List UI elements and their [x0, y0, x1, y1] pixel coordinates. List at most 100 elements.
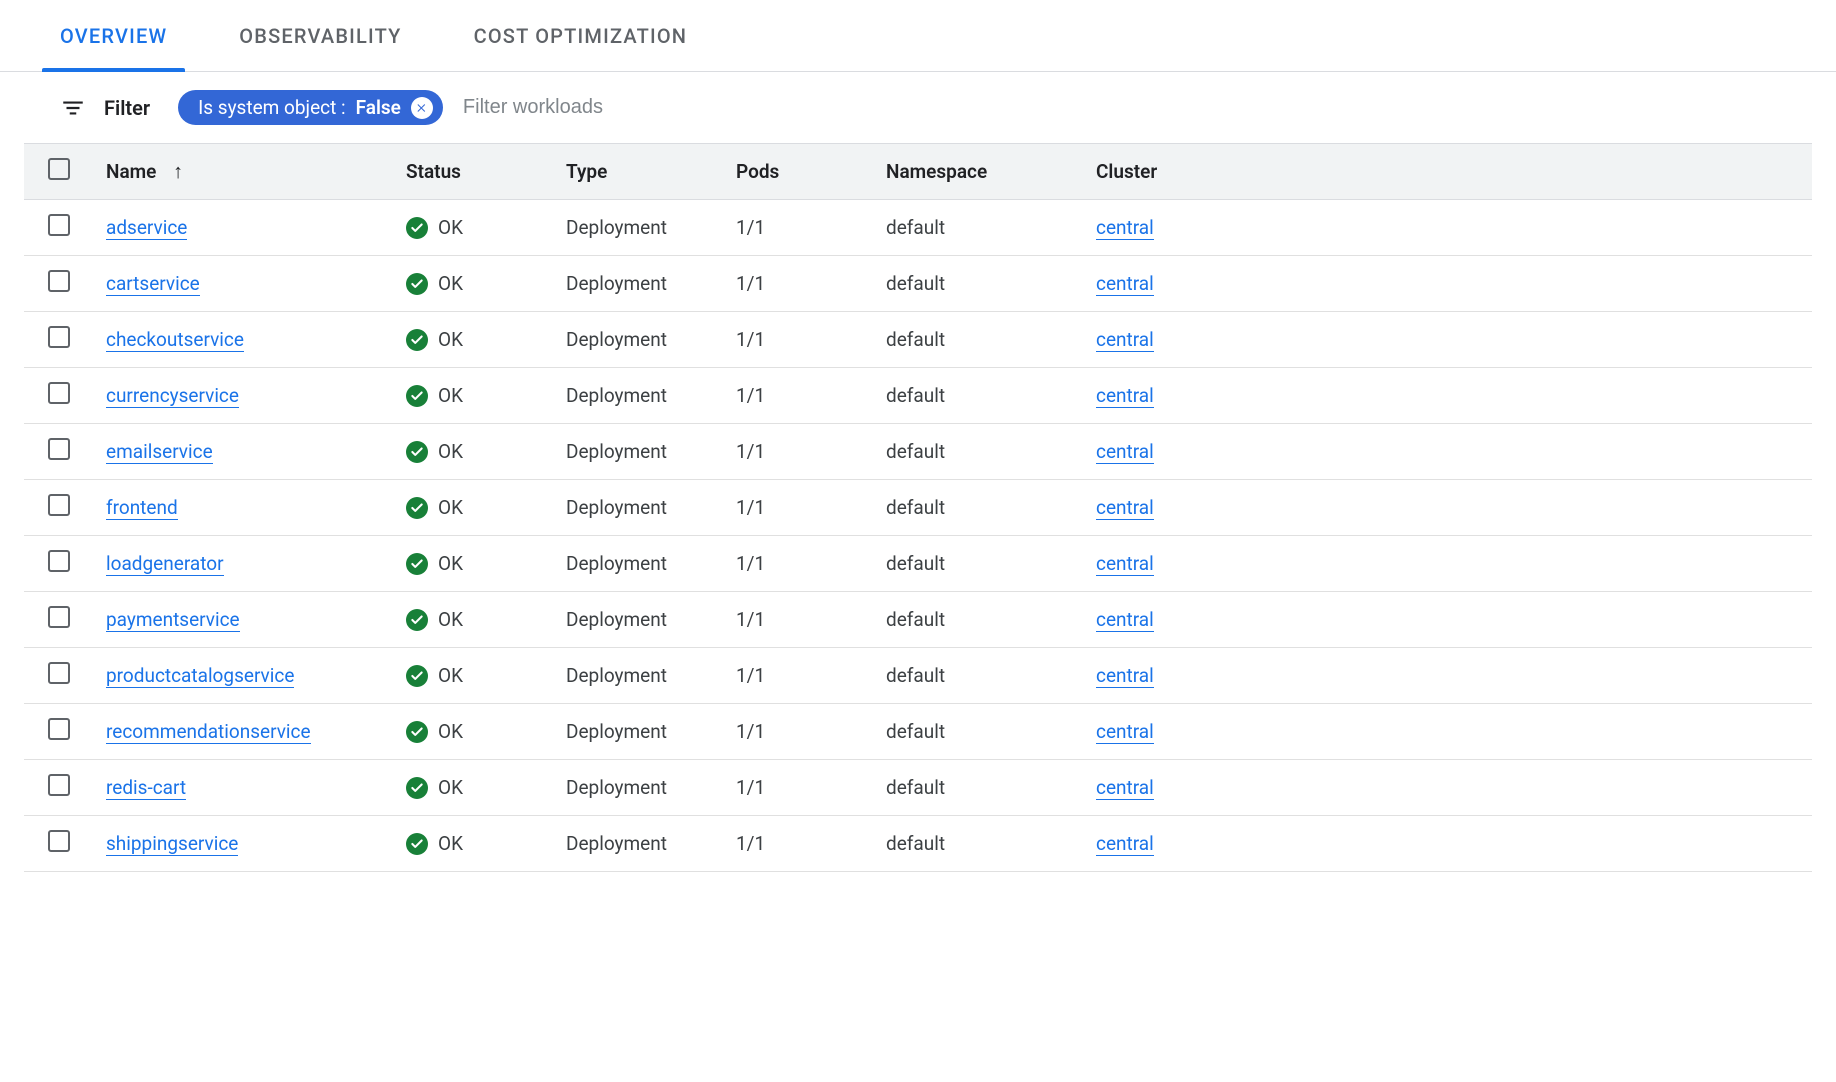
workload-name-link[interactable]: currencyservice — [106, 384, 239, 408]
status-text: OK — [438, 776, 463, 799]
select-all-checkbox[interactable] — [48, 158, 70, 180]
filter-chip-is-system-object[interactable]: Is system object : False — [178, 90, 443, 125]
table-row: recommendationservice OK Deployment 1/1 … — [24, 704, 1812, 760]
filter-chip-remove-icon[interactable] — [411, 97, 433, 119]
workload-type: Deployment — [554, 760, 724, 816]
status-text: OK — [438, 328, 463, 351]
row-checkbox[interactable] — [48, 438, 70, 460]
workload-name-link[interactable]: redis-cart — [106, 776, 186, 800]
workload-type: Deployment — [554, 256, 724, 312]
filter-icon — [60, 95, 86, 121]
cluster-link[interactable]: central — [1096, 608, 1154, 632]
column-header-type[interactable]: Type — [554, 144, 724, 200]
workload-pods: 1/1 — [724, 200, 874, 256]
table-row: paymentservice OK Deployment 1/1 default… — [24, 592, 1812, 648]
cluster-link[interactable]: central — [1096, 496, 1154, 520]
workload-type: Deployment — [554, 312, 724, 368]
status-text: OK — [438, 216, 463, 239]
workload-namespace: default — [874, 480, 1084, 536]
cluster-link[interactable]: central — [1096, 328, 1154, 352]
cluster-link[interactable]: central — [1096, 664, 1154, 688]
status-ok-icon — [406, 553, 428, 575]
workload-name-link[interactable]: frontend — [106, 496, 178, 520]
row-checkbox[interactable] — [48, 662, 70, 684]
row-checkbox[interactable] — [48, 606, 70, 628]
row-checkbox[interactable] — [48, 550, 70, 572]
status-ok-icon — [406, 721, 428, 743]
workload-pods: 1/1 — [724, 760, 874, 816]
cluster-link[interactable]: central — [1096, 720, 1154, 744]
workload-pods: 1/1 — [724, 592, 874, 648]
workload-namespace: default — [874, 704, 1084, 760]
cluster-link[interactable]: central — [1096, 776, 1154, 800]
cluster-link[interactable]: central — [1096, 384, 1154, 408]
column-header-status[interactable]: Status — [394, 144, 554, 200]
table-row: loadgenerator OK Deployment 1/1 default … — [24, 536, 1812, 592]
row-checkbox[interactable] — [48, 326, 70, 348]
table-row: checkoutservice OK Deployment 1/1 defaul… — [24, 312, 1812, 368]
table-row: emailservice OK Deployment 1/1 default c… — [24, 424, 1812, 480]
workload-namespace: default — [874, 592, 1084, 648]
cluster-link[interactable]: central — [1096, 272, 1154, 296]
status-ok-icon — [406, 217, 428, 239]
workload-namespace: default — [874, 368, 1084, 424]
workload-type: Deployment — [554, 816, 724, 872]
workload-pods: 1/1 — [724, 368, 874, 424]
workload-name-link[interactable]: loadgenerator — [106, 552, 224, 576]
workload-name-link[interactable]: paymentservice — [106, 608, 240, 632]
workload-pods: 1/1 — [724, 480, 874, 536]
workload-namespace: default — [874, 312, 1084, 368]
workload-name-link[interactable]: productcatalogservice — [106, 664, 294, 688]
workload-name-link[interactable]: shippingservice — [106, 832, 238, 856]
row-checkbox[interactable] — [48, 494, 70, 516]
workload-type: Deployment — [554, 648, 724, 704]
status-text: OK — [438, 608, 463, 631]
status-text: OK — [438, 440, 463, 463]
status-text: OK — [438, 552, 463, 575]
filter-input[interactable] — [461, 95, 1812, 120]
cluster-link[interactable]: central — [1096, 216, 1154, 240]
row-checkbox[interactable] — [48, 774, 70, 796]
row-checkbox[interactable] — [48, 382, 70, 404]
status-text: OK — [438, 664, 463, 687]
workload-namespace: default — [874, 424, 1084, 480]
status-text: OK — [438, 496, 463, 519]
column-header-cluster[interactable]: Cluster — [1084, 144, 1812, 200]
row-checkbox[interactable] — [48, 830, 70, 852]
cluster-link[interactable]: central — [1096, 552, 1154, 576]
status-ok-icon — [406, 441, 428, 463]
row-checkbox[interactable] — [48, 270, 70, 292]
workloads-table: Name ↑ Status Type Pods Namespace Cluste… — [24, 143, 1812, 872]
row-checkbox[interactable] — [48, 718, 70, 740]
workload-pods: 1/1 — [724, 424, 874, 480]
workload-type: Deployment — [554, 424, 724, 480]
column-header-name-label: Name — [106, 160, 156, 183]
cluster-link[interactable]: central — [1096, 832, 1154, 856]
tab-observability[interactable]: OBSERVABILITY — [239, 0, 401, 71]
tab-bar: OVERVIEW OBSERVABILITY COST OPTIMIZATION — [0, 0, 1836, 72]
workload-namespace: default — [874, 256, 1084, 312]
workload-name-link[interactable]: cartservice — [106, 272, 200, 296]
filter-chip-key: Is system object : — [198, 96, 346, 119]
column-header-name[interactable]: Name ↑ — [94, 144, 394, 200]
column-header-pods[interactable]: Pods — [724, 144, 874, 200]
filter-chip-value: False — [356, 96, 401, 119]
workload-type: Deployment — [554, 200, 724, 256]
workload-type: Deployment — [554, 704, 724, 760]
tab-cost-optimization[interactable]: COST OPTIMIZATION — [474, 0, 688, 71]
workload-name-link[interactable]: recommendationservice — [106, 720, 311, 744]
cluster-link[interactable]: central — [1096, 440, 1154, 464]
row-checkbox[interactable] — [48, 214, 70, 236]
tab-overview[interactable]: OVERVIEW — [60, 0, 167, 71]
table-row: currencyservice OK Deployment 1/1 defaul… — [24, 368, 1812, 424]
workload-name-link[interactable]: adservice — [106, 216, 187, 240]
workload-name-link[interactable]: emailservice — [106, 440, 213, 464]
workload-pods: 1/1 — [724, 816, 874, 872]
workload-name-link[interactable]: checkoutservice — [106, 328, 244, 352]
status-ok-icon — [406, 497, 428, 519]
workload-pods: 1/1 — [724, 536, 874, 592]
workload-namespace: default — [874, 648, 1084, 704]
workload-pods: 1/1 — [724, 648, 874, 704]
workload-namespace: default — [874, 536, 1084, 592]
column-header-namespace[interactable]: Namespace — [874, 144, 1084, 200]
